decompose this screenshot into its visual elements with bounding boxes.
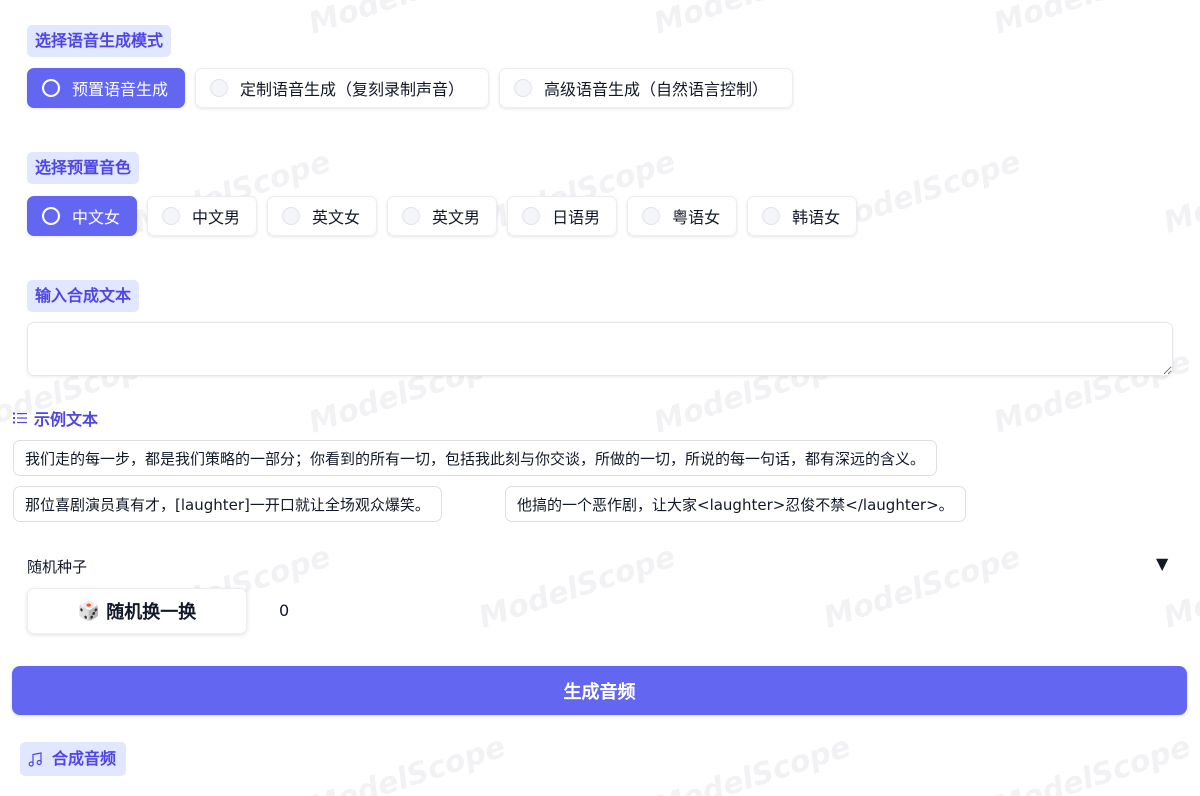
voice-option-label: 粤语女 [672,208,721,227]
voice-option-korean-female[interactable]: 韩语女 [747,196,858,236]
generate-audio-button[interactable]: 生成音频 [12,666,1187,715]
text-section-label: 输入合成文本 [27,280,140,312]
collapse-toggle-icon[interactable]: ▼ [1156,554,1168,573]
voice-option-label: 日语男 [552,208,601,227]
random-seed-button[interactable]: 🎲 随机换一换 [27,588,247,634]
watermark: ModelScope [990,0,1195,42]
voice-option-label: 中文男 [192,208,241,227]
voice-option-label: 中文女 [72,208,121,227]
radio-unselected-icon[interactable] [282,207,301,225]
watermark: ModelScope [989,729,1195,796]
radio-unselected-icon[interactable] [514,79,533,97]
seed-label: 随机种子 [27,558,88,576]
voice-option-label: 英文女 [312,208,361,227]
audio-output-label: 合成音频 [20,742,127,776]
mode-option-custom[interactable]: 定制语音生成（复刻录制声音） [195,68,490,108]
radio-unselected-icon[interactable] [762,207,781,225]
watermark: ModelScope [304,729,510,796]
random-seed-button-label: 随机换一换 [106,602,197,623]
watermark: ModelScope [1159,144,1200,241]
seed-value[interactable]: 0 [279,601,289,620]
voice-option-english-male[interactable]: 英文男 [387,196,498,236]
music-note-icon [28,751,42,767]
voice-option-label: 韩语女 [792,208,841,227]
examples-header-label: 示例文本 [34,410,99,429]
watermark: ModelScope [305,0,510,42]
example-text-button[interactable]: 他搞的一个恶作剧，让大家<laughter>忍俊不禁</laughter>。 [505,486,966,522]
radio-unselected-icon[interactable] [162,207,181,225]
voice-option-japanese-male[interactable]: 日语男 [507,196,618,236]
audio-output-label-text: 合成音频 [52,749,117,768]
mode-radio-group: 预置语音生成 定制语音生成（复刻录制声音） 高级语音生成（自然语言控制） [27,68,794,108]
watermark: ModelScope [649,729,855,796]
mode-option-label: 定制语音生成（复刻录制声音） [240,80,465,99]
mode-option-label: 高级语音生成（自然语言控制） [544,80,769,99]
mode-section-label: 选择语音生成模式 [27,25,172,57]
mode-option-preset[interactable]: 预置语音生成 [27,68,186,108]
watermark: ModelScope [474,539,680,636]
radio-selected-icon[interactable] [42,79,60,97]
radio-selected-icon[interactable] [42,207,60,225]
radio-unselected-icon[interactable] [210,79,229,97]
examples-header: 示例文本 [13,406,98,430]
watermark: ModelScope [650,0,855,42]
dice-icon: 🎲 [77,600,101,622]
voice-option-chinese-male[interactable]: 中文男 [147,196,258,236]
radio-unselected-icon[interactable] [642,207,661,225]
mode-option-label: 预置语音生成 [72,80,169,99]
watermark: ModelScope [819,539,1025,636]
voice-radio-group: 中文女 中文男 英文女 英文男 日语男 粤语女 韩语女 [27,196,858,236]
voice-option-chinese-female[interactable]: 中文女 [27,196,138,236]
synthesis-text-input[interactable] [27,322,1173,376]
voice-option-label: 英文男 [432,208,481,227]
radio-unselected-icon[interactable] [402,207,421,225]
radio-unselected-icon[interactable] [522,207,541,225]
voice-option-cantonese-female[interactable]: 粤语女 [627,196,738,236]
voice-section-label: 选择预置音色 [27,152,140,184]
example-text-button[interactable]: 我们走的每一步，都是我们策略的一部分；你看到的所有一切，包括我此刻与你交谈，所做… [13,440,938,476]
example-text-button[interactable]: 那位喜剧演员真有才，[laughter]一开口就让全场观众爆笑。 [13,486,442,522]
mode-option-advanced[interactable]: 高级语音生成（自然语言控制） [499,68,794,108]
voice-option-english-female[interactable]: 英文女 [267,196,378,236]
list-icon [13,412,27,424]
